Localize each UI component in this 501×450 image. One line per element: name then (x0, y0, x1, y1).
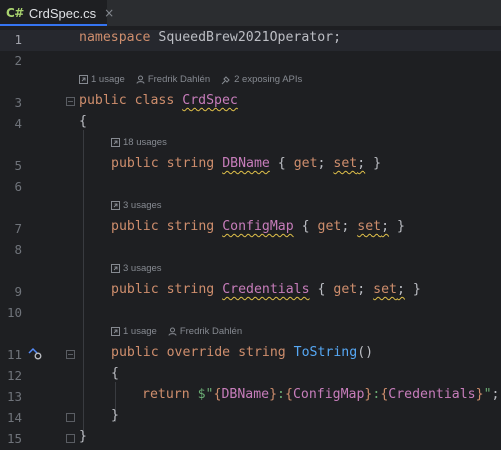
line-number: 3 (14, 95, 22, 110)
indent-guide (83, 130, 84, 440)
fold-icon[interactable] (66, 350, 75, 359)
code-line-9: public string Credentials { get; set; } (111, 282, 421, 297)
code-line-4: { (79, 114, 87, 129)
fold-end-icon[interactable] (66, 413, 75, 422)
tab-label: CrdSpec.cs (28, 5, 97, 21)
api-icon (221, 75, 230, 84)
fold-icon[interactable] (66, 97, 75, 106)
line-number: 10 (6, 305, 22, 320)
usages-icon (111, 201, 120, 210)
code-line-14: } (111, 408, 119, 423)
person-icon (168, 327, 177, 336)
code-line-7: public string ConfigMap { get; set; } (111, 219, 405, 234)
inlay-hints-dbname: 18 usages (111, 137, 178, 148)
tab-crdspec[interactable]: C# CrdSpec.cs × (0, 0, 114, 26)
person-icon (136, 75, 145, 84)
usages-icon (79, 75, 88, 84)
line-number: 12 (6, 368, 22, 383)
code-editor[interactable]: 1 2 3 4 5 6 7 8 9 10 11 12 13 14 15 name… (0, 27, 501, 450)
csharp-file-icon: C# (6, 6, 24, 20)
editor-tab-bar: C# CrdSpec.cs × (0, 0, 501, 27)
line-number: 4 (14, 116, 22, 131)
author-hint[interactable]: Fredrik Dahlén (168, 326, 242, 337)
line-number: 1 (14, 32, 22, 47)
inlay-hints-configmap: 3 usages (111, 200, 173, 211)
author-hint[interactable]: Fredrik Dahlén (136, 74, 210, 85)
code-line-3: public class CrdSpec (79, 93, 238, 108)
exposing-apis-hint[interactable]: 2 exposing APIs (221, 74, 302, 85)
code-line-1: namespace SqueedBrew2021Operator; (79, 30, 342, 45)
code-line-5: public string DBName { get; set; } (111, 156, 382, 171)
fold-end-icon[interactable] (66, 434, 75, 443)
line-number: 2 (14, 53, 22, 68)
usages-hint[interactable]: 18 usages (111, 137, 167, 148)
line-number: 7 (14, 221, 22, 236)
usages-icon (111, 138, 120, 147)
code-line-15: } (79, 429, 87, 444)
line-number: 14 (6, 410, 22, 425)
line-number: 11 (6, 347, 22, 362)
override-up-icon[interactable] (27, 345, 43, 361)
inlay-hints-credentials: 3 usages (111, 263, 173, 274)
line-number: 6 (14, 179, 22, 194)
close-icon[interactable]: × (104, 6, 114, 20)
usages-hint[interactable]: 1 usage (79, 74, 125, 85)
code-line-12: { (111, 366, 119, 381)
usages-hint[interactable]: 1 usage (111, 326, 157, 337)
line-number: 8 (14, 242, 22, 257)
usages-hint[interactable]: 3 usages (111, 200, 162, 211)
inlay-hints-tostring: 1 usage Fredrik Dahlén (111, 326, 253, 337)
code-line-11: public override string ToString() (111, 345, 374, 360)
code-line-13: return $"{DBName}:{ConfigMap}:{Credentia… (142, 387, 500, 402)
line-number: 5 (14, 158, 22, 173)
line-number: 9 (14, 284, 22, 299)
usages-hint[interactable]: 3 usages (111, 263, 162, 274)
usages-icon (111, 264, 120, 273)
line-number: 13 (6, 389, 22, 404)
usages-icon (111, 327, 120, 336)
line-number: 15 (6, 431, 22, 446)
inlay-hints-class: 1 usage Fredrik Dahlén 2 exposing APIs (79, 74, 313, 85)
